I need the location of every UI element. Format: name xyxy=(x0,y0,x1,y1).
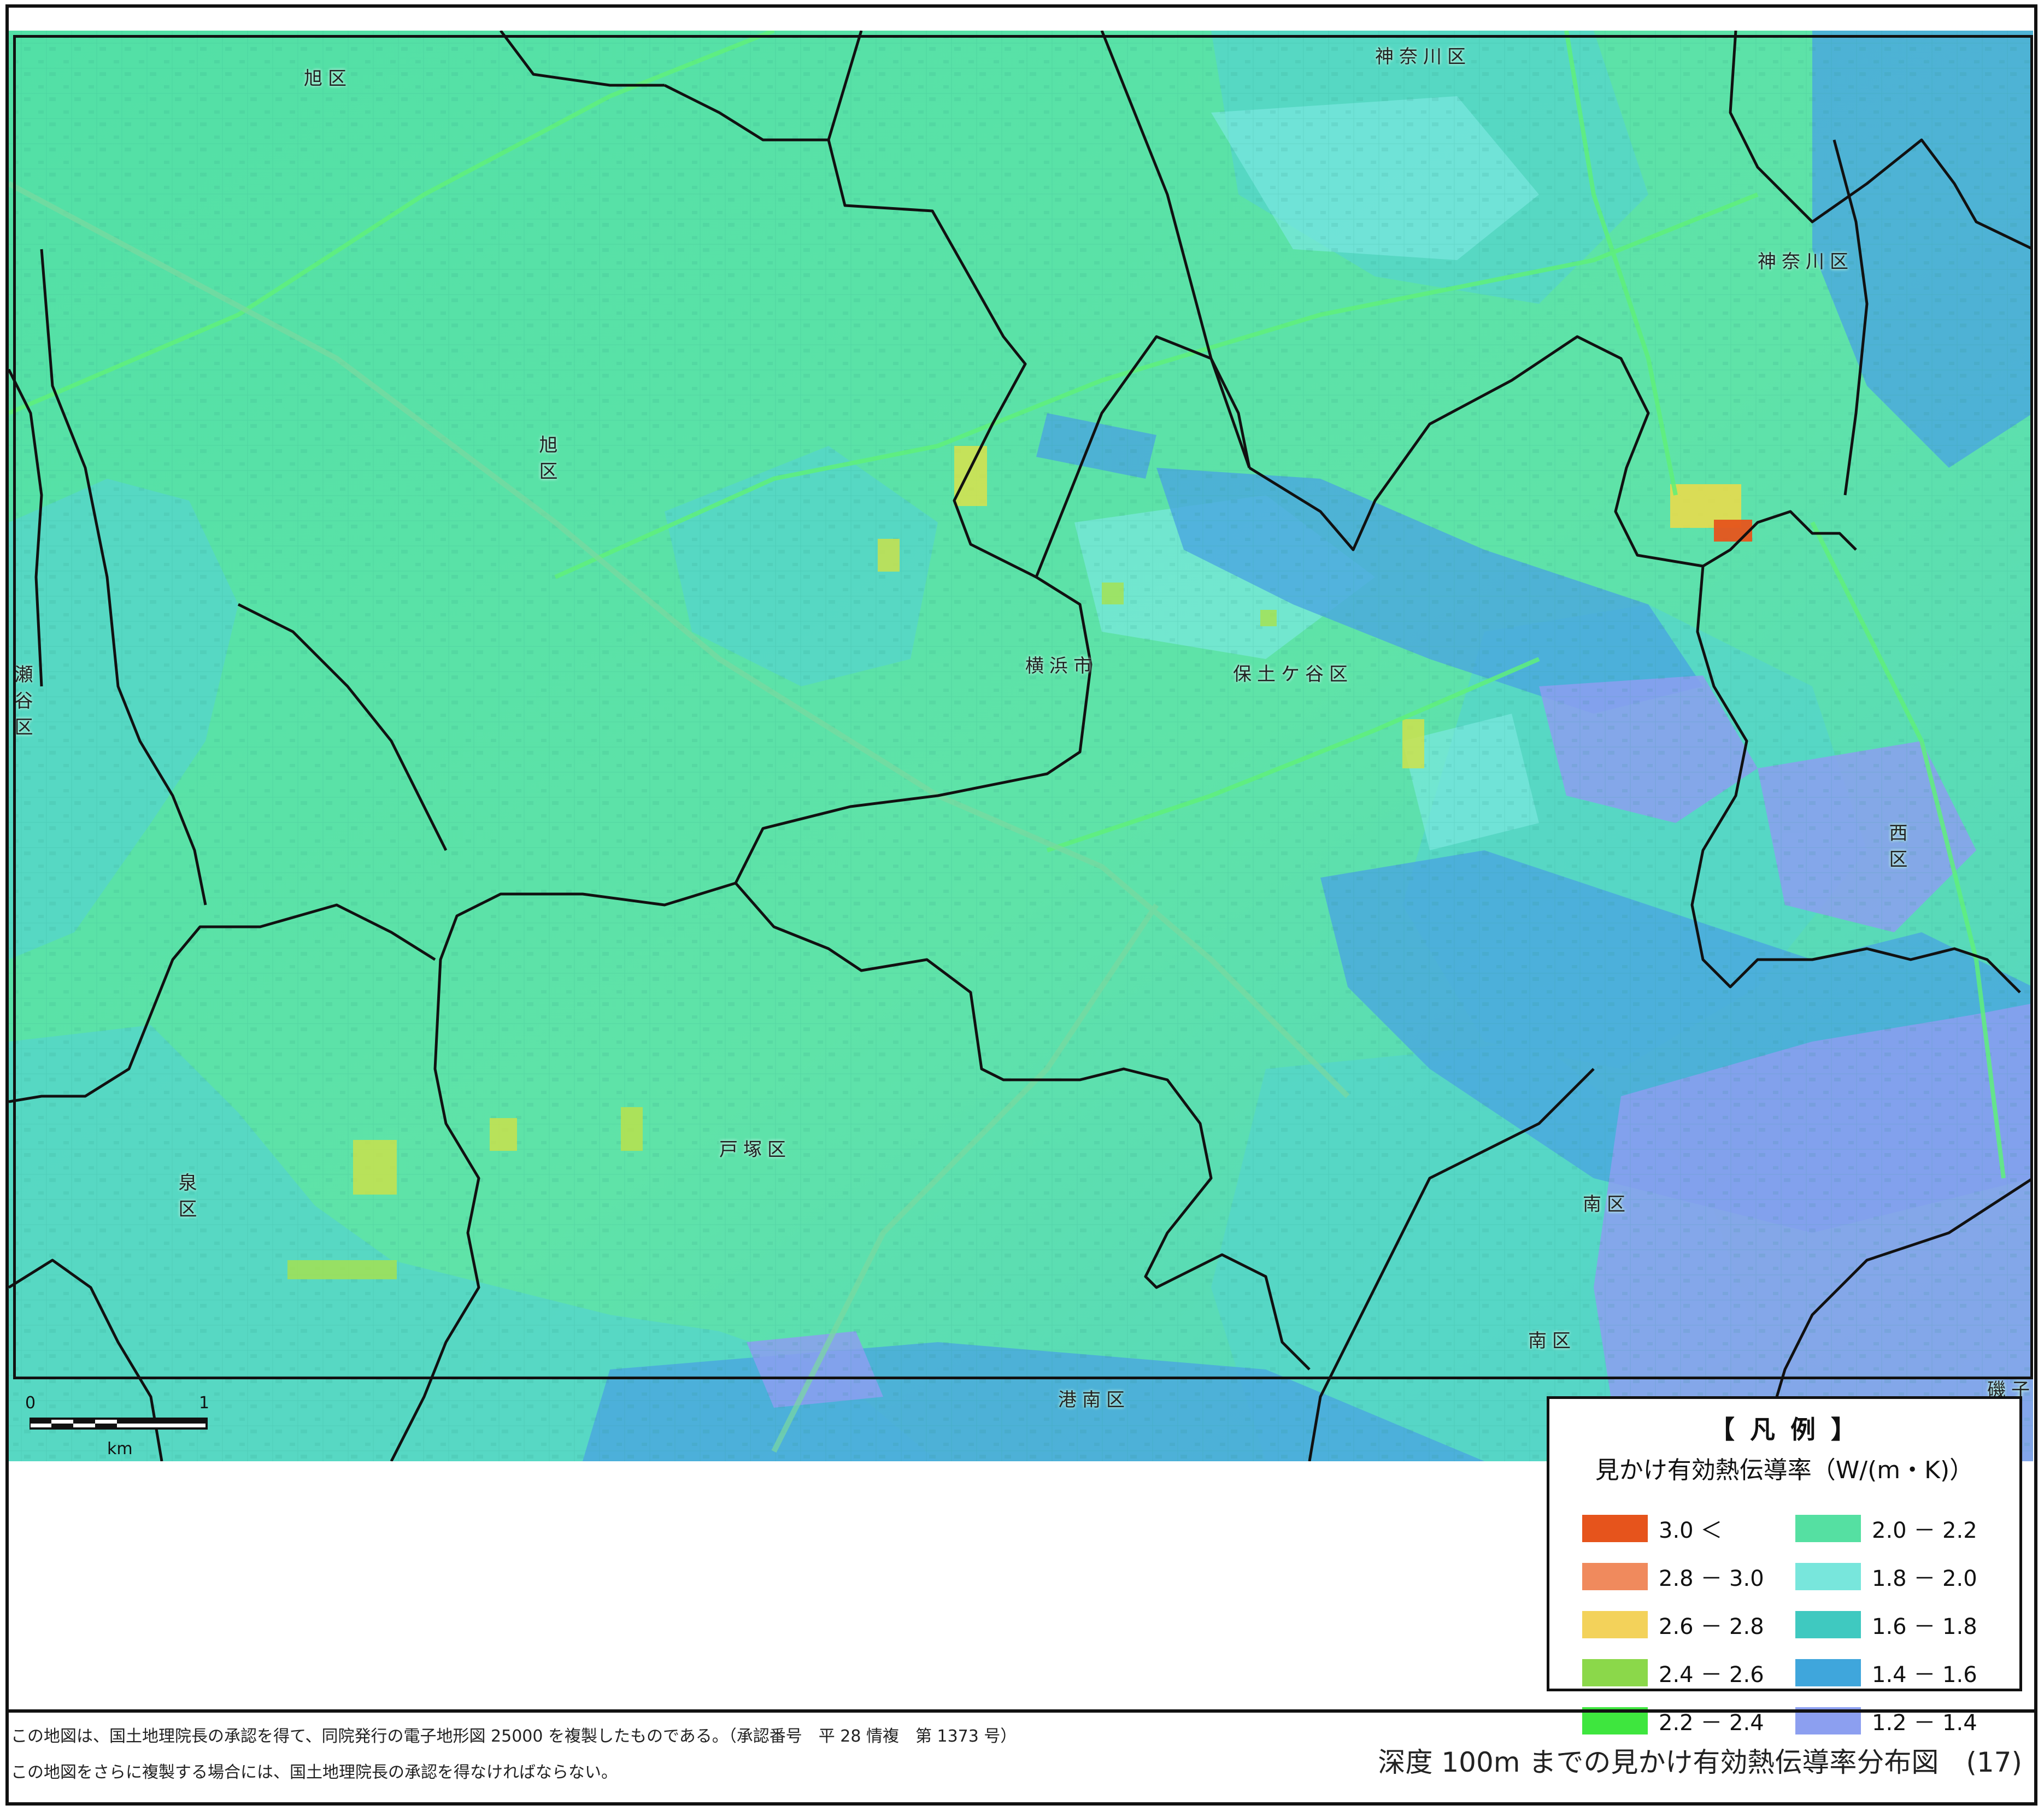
legend-swatch xyxy=(1795,1515,1861,1542)
reproduction-note: この地図をさらに複製する場合には、国土地理院長の承認を得なければならない。 xyxy=(11,1763,618,1782)
place-label-kanagawa-ku-right: 神奈川区 xyxy=(1758,251,1854,273)
legend-item: 3.0 ＜ xyxy=(1582,1513,1773,1544)
legend-items: 3.0 ＜ 2.0 － 2.2 2.8 － 3.0 1.8 － 2.0 2.6 … xyxy=(1582,1513,1987,1737)
legend-label: 3.0 ＜ xyxy=(1659,1518,1723,1543)
scale-label-one: 1 xyxy=(199,1393,210,1413)
legend-swatch xyxy=(1582,1659,1648,1686)
figure-title: 深度 100m までの見かけ有効熱伝導率分布図 (17) xyxy=(1378,1747,2022,1778)
hotspot-yellow xyxy=(954,446,987,506)
legend-title: 【 凡 例 】 xyxy=(1709,1415,1860,1444)
legend-item: 2.4 － 2.6 xyxy=(1582,1657,1773,1689)
place-label-totsuka-ku: 戸塚区 xyxy=(719,1139,791,1161)
legend-swatch xyxy=(1795,1563,1861,1590)
legend-item: 2.0 － 2.2 xyxy=(1795,1513,1987,1544)
legend-swatch xyxy=(1582,1515,1648,1542)
hotspot-lime xyxy=(490,1118,517,1151)
hotspot-lime xyxy=(1102,583,1124,604)
scale-label-zero: 0 xyxy=(25,1393,36,1413)
hotspot-yellow xyxy=(1402,719,1424,768)
place-label-konan-ku: 港南区 xyxy=(1058,1389,1130,1411)
hotspot-lime xyxy=(621,1107,643,1151)
place-label-asahi-ku-top: 旭区 xyxy=(304,68,352,90)
legend-item: 1.4 － 1.6 xyxy=(1795,1657,1987,1689)
conductivity-map: 旭区 旭区 神奈川区 神奈川区 横浜市 保土ケ谷区 瀬谷区 西区 泉区 戸塚区 … xyxy=(9,31,2033,1461)
legend-swatch xyxy=(1795,1659,1861,1686)
legend-label: 1.6 － 1.8 xyxy=(1872,1614,1977,1639)
place-label-kanagawa-ku-top: 神奈川区 xyxy=(1375,46,1471,68)
hotspot-lime xyxy=(353,1140,397,1195)
place-label-yokohama-shi: 横浜市 xyxy=(1025,655,1097,677)
hotspot-red xyxy=(1714,520,1752,542)
legend-swatch xyxy=(1582,1611,1648,1638)
legend-label: 2.4 － 2.6 xyxy=(1659,1662,1764,1687)
legend: 【 凡 例 】 見かけ有効熱伝導率（W/(m・K)） 3.0 ＜ 2.0 － 2… xyxy=(1547,1396,2022,1736)
legend-item: 1.8 － 2.0 xyxy=(1795,1561,1987,1592)
legend-label: 2.0 － 2.2 xyxy=(1872,1518,1977,1543)
footer-divider xyxy=(5,1709,2037,1713)
map-texture xyxy=(9,31,2033,1461)
legend-label: 1.8 － 2.0 xyxy=(1872,1566,1977,1591)
legend-swatch xyxy=(1582,1563,1648,1590)
hotspot-yellow xyxy=(878,539,900,572)
place-label-nishi-ku: 西区 xyxy=(1886,823,1907,875)
place-label-izumi-ku: 泉区 xyxy=(175,1173,197,1225)
hotspot-lime xyxy=(1260,610,1277,626)
legend-subtitle: 見かけ有効熱伝導率（W/(m・K)） xyxy=(1595,1456,1974,1484)
scale-unit: km xyxy=(107,1439,133,1459)
legend-item: 2.8 － 3.0 xyxy=(1582,1561,1773,1592)
hotspot-lime xyxy=(287,1260,397,1279)
legend-label: 1.4 － 1.6 xyxy=(1872,1662,1977,1687)
legend-item: 1.6 － 1.8 xyxy=(1795,1609,1987,1641)
copyright-note: この地図は、国土地理院長の承認を得て、同院発行の電子地形図 25000 を複製し… xyxy=(11,1727,1017,1746)
place-label-seya-ku: 瀬谷区 xyxy=(11,665,33,743)
legend-item: 2.6 － 2.8 xyxy=(1582,1609,1773,1641)
map-canvas xyxy=(9,31,2033,1461)
place-label-minami-ku-1: 南区 xyxy=(1583,1193,1631,1215)
legend-label: 2.8 － 3.0 xyxy=(1659,1566,1764,1591)
place-label-asahi-ku-mid: 旭区 xyxy=(536,435,557,487)
scale-bar: 0 1 km xyxy=(25,1393,227,1465)
scale-bar-graphic xyxy=(30,1418,208,1430)
place-label-hodogaya-ku: 保土ケ谷区 xyxy=(1233,663,1353,685)
legend-swatch xyxy=(1795,1611,1861,1638)
legend-label: 2.6 － 2.8 xyxy=(1659,1614,1764,1639)
place-label-minami-ku-2: 南区 xyxy=(1528,1330,1576,1352)
